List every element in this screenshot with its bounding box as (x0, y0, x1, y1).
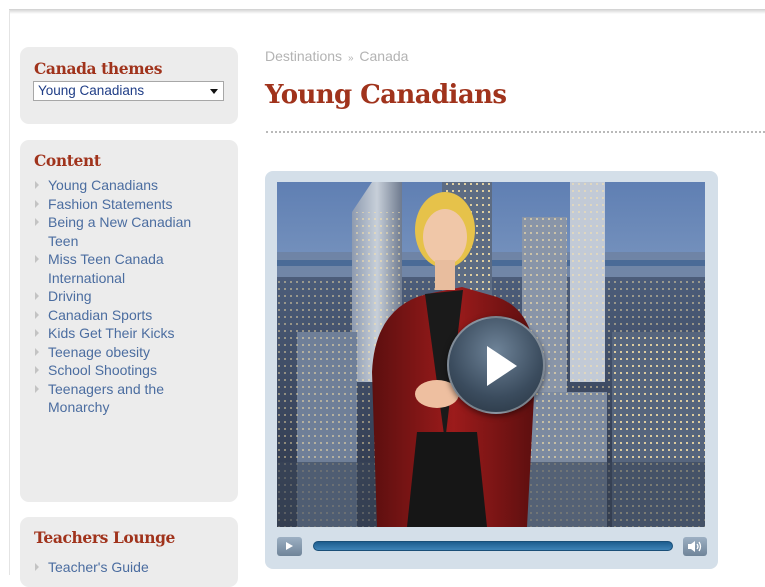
page-title: Young Canadians (265, 80, 507, 110)
content-nav-item-label: Teenagers and the Monarchy (48, 380, 164, 416)
breadcrumb-current[interactable]: Canada (359, 48, 408, 64)
content-nav-item-label: Kids Get Their Kicks (48, 325, 175, 341)
chevron-down-icon (210, 89, 218, 94)
content-nav-item[interactable]: Miss Teen Canada International (33, 250, 223, 287)
content-nav-item[interactable]: Teenagers and the Monarchy (33, 380, 223, 417)
teachers-lounge-panel: Teachers Lounge Teacher's Guide (20, 517, 238, 587)
content-nav-item[interactable]: Fashion Statements (33, 195, 223, 214)
content-panel: Content Young Canadians Fashion Statement… (20, 140, 238, 502)
content-nav-item[interactable]: Young Canadians (33, 176, 223, 195)
bullet-arrow-icon (35, 292, 39, 300)
volume-icon (688, 541, 702, 552)
play-icon (286, 542, 293, 550)
bullet-arrow-icon (35, 310, 39, 319)
bullet-arrow-icon (35, 199, 39, 208)
content-nav-item-label: Fashion Statements (48, 195, 173, 212)
canada-themes-panel: Canada themes Young Canadians (20, 47, 238, 124)
content-nav-item[interactable]: School Shootings (33, 361, 223, 380)
teachers-lounge-heading: Teachers Lounge (34, 528, 175, 547)
bullet-arrow-icon (35, 366, 39, 374)
bullet-arrow-icon (35, 329, 39, 337)
content-nav-item[interactable]: Being a New Canadian Teen (33, 213, 223, 250)
content-nav-item[interactable]: Teenage obesity (33, 343, 223, 362)
content-nav-item[interactable]: Driving (33, 287, 223, 306)
video-player (265, 171, 718, 569)
seek-bar[interactable] (313, 541, 673, 551)
teachers-lounge-nav-item-label: Teacher's Guide (48, 559, 149, 575)
content-nav-item-label: Driving (48, 288, 92, 304)
content-nav-item[interactable]: Kids Get Their Kicks (33, 324, 223, 343)
content-nav-item-label: Canadian Sports (48, 306, 153, 323)
breadcrumb-link-destinations[interactable]: Destinations (265, 48, 342, 64)
bullet-arrow-icon (35, 384, 39, 393)
content-heading: Content (34, 151, 101, 170)
content-nav-item-label: Miss Teen Canada International (48, 251, 164, 286)
control-play-button[interactable] (277, 537, 302, 556)
bullet-arrow-icon (35, 218, 39, 226)
bullet-arrow-icon (35, 563, 39, 571)
themes-select[interactable]: Young Canadians (33, 81, 224, 101)
teachers-lounge-nav-item[interactable]: Teacher's Guide (33, 558, 223, 577)
bullet-arrow-icon (35, 255, 39, 263)
volume-button[interactable] (683, 537, 707, 556)
title-divider (266, 131, 765, 133)
content-nav-item-label: Teenage obesity (48, 343, 150, 360)
breadcrumb-separator: » (347, 53, 354, 64)
content-list: Young Canadians Fashion Statements Being a… (33, 176, 223, 417)
content-nav-item-label: Being a New Canadian Teen (48, 214, 192, 249)
play-icon (487, 346, 517, 386)
canada-themes-heading: Canada themes (34, 59, 163, 78)
themes-select-value: Young Canadians (38, 83, 145, 98)
play-button[interactable] (447, 316, 545, 414)
page-left-border (9, 10, 10, 575)
content-nav-item-label: Young Canadians (48, 177, 159, 193)
bullet-arrow-icon (35, 181, 39, 189)
video-frame[interactable] (277, 182, 705, 527)
teachers-lounge-list: Teacher's Guide (33, 558, 223, 577)
breadcrumb: Destinations » Canada (265, 48, 408, 64)
bullet-arrow-icon (35, 347, 39, 356)
content-nav-item-label: School Shootings (48, 362, 157, 378)
content-nav-item[interactable]: Canadian Sports (33, 306, 223, 325)
page-top-border (9, 9, 765, 14)
